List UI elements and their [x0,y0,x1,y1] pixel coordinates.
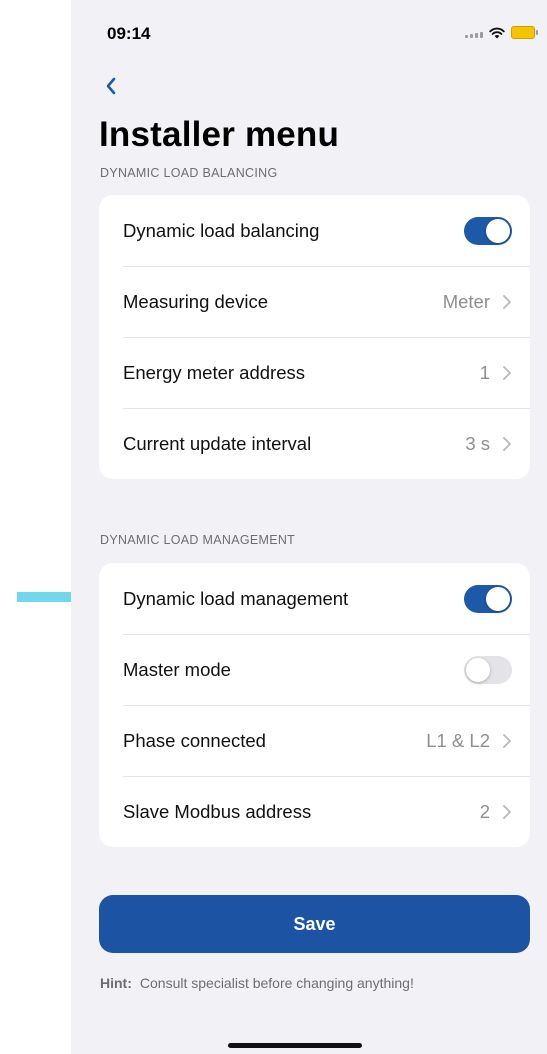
row-measuring-device[interactable]: Measuring device Meter [99,266,530,337]
page-title: Installer menu [99,115,340,154]
row-energy-meter-address[interactable]: Energy meter address 1 [99,337,530,408]
balancing-settings-group: Dynamic load balancing Measuring device … [99,195,530,479]
section-label-balancing: DYNAMIC LOAD BALANCING [100,166,278,180]
row-dynamic-load-balancing[interactable]: Dynamic load balancing [99,195,530,266]
row-dynamic-load-management[interactable]: Dynamic load management [99,563,530,634]
status-time: 09:14 [107,24,151,43]
wifi-icon [489,27,505,38]
home-indicator[interactable] [228,1043,362,1048]
dynamic-load-management-toggle[interactable] [464,584,512,613]
chevron-right-icon [503,733,511,748]
hint-prefix: Hint: [100,975,132,991]
master-mode-toggle[interactable] [464,655,512,684]
row-current-update-interval[interactable]: Current update interval 3 s [99,408,530,479]
phone-screen: 09:14 Installer menu DYNAMIC LOAD BALANC… [71,0,547,1054]
row-value: 2 [479,800,490,822]
status-bar: 09:14 [71,0,547,60]
row-label: Current update interval [123,432,312,454]
row-label: Phase connected [123,729,266,751]
back-button[interactable] [99,74,123,98]
toggle-knob [486,586,510,611]
toggle-knob [486,218,510,243]
row-label: Dynamic load management [123,587,349,609]
save-button[interactable]: Save [99,895,530,953]
row-label: Master mode [123,658,231,680]
hint-text: Hint: Consult specialist before changing … [100,975,414,991]
row-value: 3 s [465,432,490,454]
toggle-knob [466,657,490,682]
row-phase-connected[interactable]: Phase connected L1 & L2 [99,705,530,776]
chevron-right-icon [503,294,511,309]
row-label: Energy meter address [123,361,306,383]
row-master-mode[interactable]: Master mode [99,634,530,705]
row-label: Dynamic load balancing [123,219,320,241]
cellular-signal-icon [465,28,483,38]
chevron-right-icon [503,365,511,380]
chevron-right-icon [503,436,511,451]
hint-message: Consult specialist before changing anyth… [139,975,414,991]
battery-icon [511,26,538,39]
row-value: L1 & L2 [426,729,490,751]
row-label: Measuring device [123,290,268,312]
row-value: Meter [442,290,490,312]
chevron-right-icon [503,804,511,819]
row-slave-modbus-address[interactable]: Slave Modbus address 2 [99,776,530,847]
chevron-left-icon [106,77,116,95]
dynamic-load-balancing-toggle[interactable] [464,216,512,245]
row-label: Slave Modbus address [123,800,312,822]
section-label-management: DYNAMIC LOAD MANAGEMENT [100,533,296,547]
row-value: 1 [479,361,490,383]
management-settings-group: Dynamic load management Master mode Phas… [99,563,530,847]
status-icons [465,26,538,39]
